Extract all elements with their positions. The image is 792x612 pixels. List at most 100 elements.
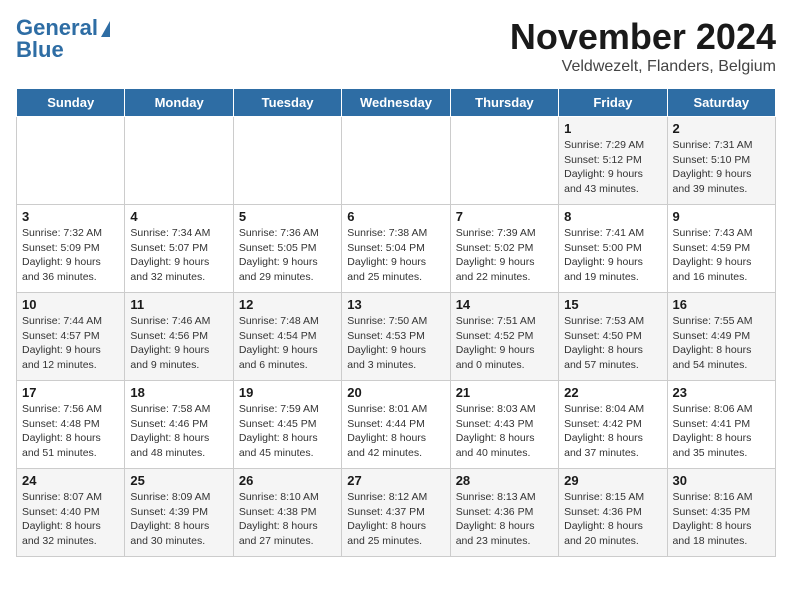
- calendar-cell: 13 Sunrise: 7:50 AMSunset: 4:53 PMDayligh…: [342, 293, 450, 381]
- logo-text-2: Blue: [16, 38, 64, 62]
- day-number: 14: [456, 297, 553, 312]
- day-number: 6: [347, 209, 444, 224]
- day-number: 25: [130, 473, 227, 488]
- day-detail: Sunrise: 8:07 AMSunset: 4:40 PMDaylight:…: [22, 490, 119, 549]
- calendar-cell: 17 Sunrise: 7:56 AMSunset: 4:48 PMDayligh…: [17, 381, 125, 469]
- calendar-cell: 11 Sunrise: 7:46 AMSunset: 4:56 PMDayligh…: [125, 293, 233, 381]
- calendar-cell: 16 Sunrise: 7:55 AMSunset: 4:49 PMDayligh…: [667, 293, 775, 381]
- day-number: 24: [22, 473, 119, 488]
- day-number: 8: [564, 209, 661, 224]
- day-detail: Sunrise: 8:09 AMSunset: 4:39 PMDaylight:…: [130, 490, 227, 549]
- calendar-week-3: 10 Sunrise: 7:44 AMSunset: 4:57 PMDayligh…: [17, 293, 776, 381]
- calendar-week-2: 3 Sunrise: 7:32 AMSunset: 5:09 PMDaylight…: [17, 205, 776, 293]
- day-number: 22: [564, 385, 661, 400]
- calendar-cell: 27Sunrise: 8:12 AMSunset: 4:37 PMDayligh…: [342, 469, 450, 557]
- day-detail: Sunrise: 8:03 AMSunset: 4:43 PMDaylight:…: [456, 402, 553, 461]
- day-detail: Sunrise: 7:34 AMSunset: 5:07 PMDaylight:…: [130, 226, 227, 285]
- calendar-cell: 12 Sunrise: 7:48 AMSunset: 4:54 PMDayligh…: [233, 293, 341, 381]
- day-detail: Sunrise: 8:06 AMSunset: 4:41 PMDaylight:…: [673, 402, 770, 461]
- day-header-friday: Friday: [559, 89, 667, 117]
- day-detail: Sunrise: 7:53 AMSunset: 4:50 PMDaylight:…: [564, 314, 661, 373]
- day-detail: Sunrise: 7:50 AMSunset: 4:53 PMDaylight:…: [347, 314, 444, 373]
- day-detail: Sunrise: 7:32 AMSunset: 5:09 PMDaylight:…: [22, 226, 119, 285]
- day-number: 2: [673, 121, 770, 136]
- day-detail: Sunrise: 7:56 AMSunset: 4:48 PMDaylight:…: [22, 402, 119, 461]
- day-number: 5: [239, 209, 336, 224]
- day-number: 7: [456, 209, 553, 224]
- day-number: 21: [456, 385, 553, 400]
- calendar-header: SundayMondayTuesdayWednesdayThursdayFrid…: [17, 89, 776, 117]
- day-detail: Sunrise: 7:46 AMSunset: 4:56 PMDaylight:…: [130, 314, 227, 373]
- day-number: 16: [673, 297, 770, 312]
- calendar-cell: 22Sunrise: 8:04 AMSunset: 4:42 PMDayligh…: [559, 381, 667, 469]
- title-area: November 2024 Veldwezelt, Flanders, Belg…: [510, 16, 776, 76]
- month-title: November 2024: [510, 16, 776, 58]
- day-detail: Sunrise: 7:29 AMSunset: 5:12 PMDaylight:…: [564, 138, 661, 197]
- day-number: 20: [347, 385, 444, 400]
- day-detail: Sunrise: 7:48 AMSunset: 4:54 PMDaylight:…: [239, 314, 336, 373]
- page-header: General Blue November 2024 Veldwezelt, F…: [16, 16, 776, 76]
- day-detail: Sunrise: 7:55 AMSunset: 4:49 PMDaylight:…: [673, 314, 770, 373]
- calendar-cell: 23 Sunrise: 8:06 AMSunset: 4:41 PMDayligh…: [667, 381, 775, 469]
- calendar-cell: 4 Sunrise: 7:34 AMSunset: 5:07 PMDaylight…: [125, 205, 233, 293]
- day-detail: Sunrise: 7:41 AMSunset: 5:00 PMDaylight:…: [564, 226, 661, 285]
- calendar-cell: [125, 117, 233, 205]
- day-header-monday: Monday: [125, 89, 233, 117]
- header-row: SundayMondayTuesdayWednesdayThursdayFrid…: [17, 89, 776, 117]
- day-header-thursday: Thursday: [450, 89, 558, 117]
- day-detail: Sunrise: 7:39 AMSunset: 5:02 PMDaylight:…: [456, 226, 553, 285]
- day-number: 18: [130, 385, 227, 400]
- calendar-cell: 7 Sunrise: 7:39 AMSunset: 5:02 PMDaylight…: [450, 205, 558, 293]
- day-number: 19: [239, 385, 336, 400]
- day-header-wednesday: Wednesday: [342, 89, 450, 117]
- calendar-cell: 26Sunrise: 8:10 AMSunset: 4:38 PMDayligh…: [233, 469, 341, 557]
- calendar-cell: 3 Sunrise: 7:32 AMSunset: 5:09 PMDaylight…: [17, 205, 125, 293]
- calendar-cell: 15 Sunrise: 7:53 AMSunset: 4:50 PMDayligh…: [559, 293, 667, 381]
- calendar-cell: 18Sunrise: 7:58 AMSunset: 4:46 PMDayligh…: [125, 381, 233, 469]
- day-detail: Sunrise: 7:38 AMSunset: 5:04 PMDaylight:…: [347, 226, 444, 285]
- day-detail: Sunrise: 7:31 AMSunset: 5:10 PMDaylight:…: [673, 138, 770, 197]
- day-number: 27: [347, 473, 444, 488]
- day-detail: Sunrise: 8:16 AMSunset: 4:35 PMDaylight:…: [673, 490, 770, 549]
- day-detail: Sunrise: 7:51 AMSunset: 4:52 PMDaylight:…: [456, 314, 553, 373]
- calendar-week-4: 17 Sunrise: 7:56 AMSunset: 4:48 PMDayligh…: [17, 381, 776, 469]
- day-header-tuesday: Tuesday: [233, 89, 341, 117]
- calendar-week-1: 1 Sunrise: 7:29 AMSunset: 5:12 PMDaylight…: [17, 117, 776, 205]
- day-detail: Sunrise: 7:36 AMSunset: 5:05 PMDaylight:…: [239, 226, 336, 285]
- day-number: 12: [239, 297, 336, 312]
- day-detail: Sunrise: 8:15 AMSunset: 4:36 PMDaylight:…: [564, 490, 661, 549]
- calendar-cell: 6 Sunrise: 7:38 AMSunset: 5:04 PMDaylight…: [342, 205, 450, 293]
- calendar-cell: 1 Sunrise: 7:29 AMSunset: 5:12 PMDaylight…: [559, 117, 667, 205]
- calendar-cell: 19 Sunrise: 7:59 AMSunset: 4:45 PMDayligh…: [233, 381, 341, 469]
- day-number: 10: [22, 297, 119, 312]
- day-number: 15: [564, 297, 661, 312]
- calendar-cell: 30Sunrise: 8:16 AMSunset: 4:35 PMDayligh…: [667, 469, 775, 557]
- day-header-sunday: Sunday: [17, 89, 125, 117]
- day-detail: Sunrise: 7:59 AMSunset: 4:45 PMDaylight:…: [239, 402, 336, 461]
- day-number: 28: [456, 473, 553, 488]
- calendar-cell: 20 Sunrise: 8:01 AMSunset: 4:44 PMDayligh…: [342, 381, 450, 469]
- calendar-cell: [17, 117, 125, 205]
- day-detail: Sunrise: 8:10 AMSunset: 4:38 PMDaylight:…: [239, 490, 336, 549]
- calendar-cell: [450, 117, 558, 205]
- day-number: 23: [673, 385, 770, 400]
- calendar-cell: 14 Sunrise: 7:51 AMSunset: 4:52 PMDayligh…: [450, 293, 558, 381]
- day-number: 3: [22, 209, 119, 224]
- calendar-cell: 10 Sunrise: 7:44 AMSunset: 4:57 PMDayligh…: [17, 293, 125, 381]
- day-number: 4: [130, 209, 227, 224]
- day-header-saturday: Saturday: [667, 89, 775, 117]
- day-number: 29: [564, 473, 661, 488]
- day-detail: Sunrise: 7:43 AMSunset: 4:59 PMDaylight:…: [673, 226, 770, 285]
- calendar-cell: 25 Sunrise: 8:09 AMSunset: 4:39 PMDayligh…: [125, 469, 233, 557]
- calendar-cell: 24 Sunrise: 8:07 AMSunset: 4:40 PMDayligh…: [17, 469, 125, 557]
- calendar-cell: 21 Sunrise: 8:03 AMSunset: 4:43 PMDayligh…: [450, 381, 558, 469]
- day-number: 1: [564, 121, 661, 136]
- day-number: 17: [22, 385, 119, 400]
- calendar-table: SundayMondayTuesdayWednesdayThursdayFrid…: [16, 88, 776, 557]
- calendar-cell: 9 Sunrise: 7:43 AMSunset: 4:59 PMDaylight…: [667, 205, 775, 293]
- day-number: 9: [673, 209, 770, 224]
- day-number: 11: [130, 297, 227, 312]
- day-detail: Sunrise: 8:01 AMSunset: 4:44 PMDaylight:…: [347, 402, 444, 461]
- day-detail: Sunrise: 7:44 AMSunset: 4:57 PMDaylight:…: [22, 314, 119, 373]
- day-number: 13: [347, 297, 444, 312]
